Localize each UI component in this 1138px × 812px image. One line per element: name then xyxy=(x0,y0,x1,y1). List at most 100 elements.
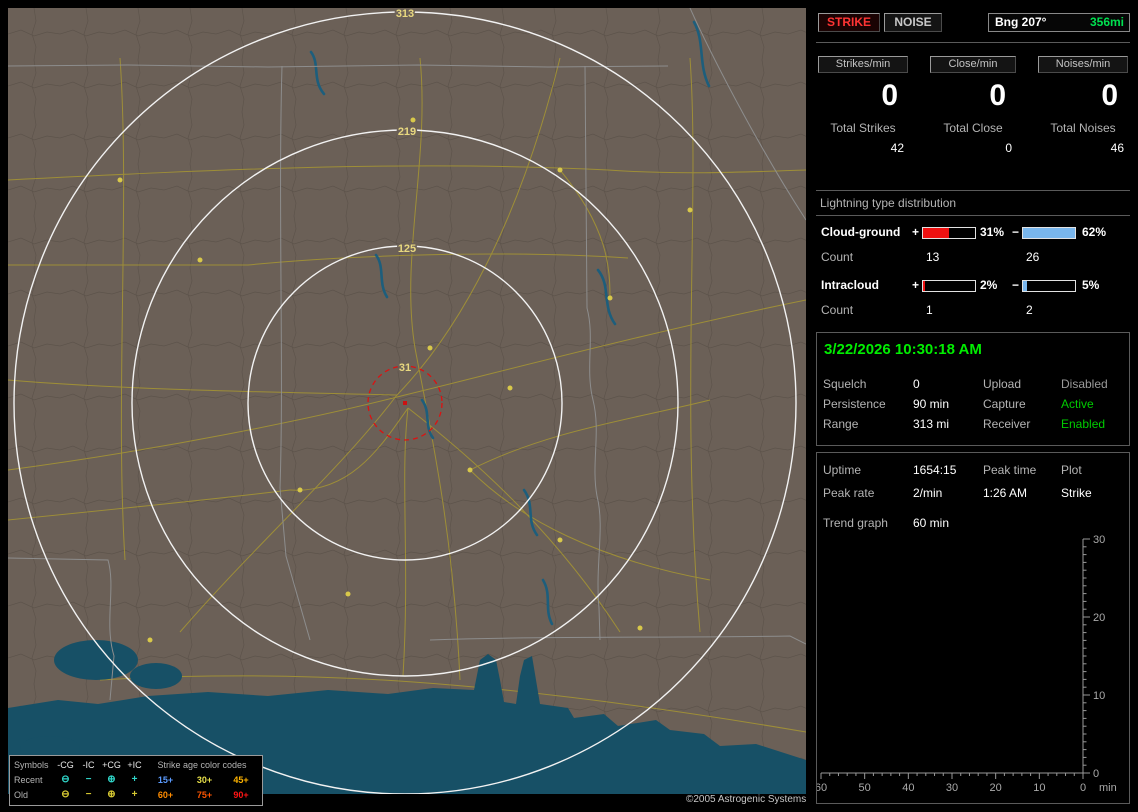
age-code-75: 75+ xyxy=(196,789,213,800)
cg-negative-bar xyxy=(1022,227,1076,239)
age-code-15: 15+ xyxy=(157,774,174,785)
map-legend: Symbols -CG -IC +CG +IC Strike age color… xyxy=(9,755,263,806)
legend-type-pos-cg: +CG xyxy=(102,759,121,770)
cg-negative-count: 26 xyxy=(1026,250,1040,264)
total-noises-label: Total Noises xyxy=(1050,121,1116,135)
side-panel: STRIKE NOISE Bng 207° 356mi Strikes/min … xyxy=(816,8,1130,806)
minus-sign: − xyxy=(1012,278,1020,292)
ic-negative-count: 2 xyxy=(1026,303,1033,317)
count-label: Count xyxy=(821,250,854,264)
age-code-60: 60+ xyxy=(157,789,174,800)
trend-graph: 302010060 50 40 30 20 10 0 min xyxy=(817,535,1117,794)
copyright-text: ©2005 Astrogenic Systems xyxy=(686,794,807,805)
cg-positive-count: 13 xyxy=(926,250,940,264)
peak-rate-label: Peak rate xyxy=(823,486,875,500)
cloud-ground-count-row: Count 13 26 xyxy=(816,250,1130,266)
receiver-location-marker xyxy=(403,401,407,405)
divider xyxy=(816,215,1130,216)
ic-positive-pct: 2% xyxy=(980,278,998,292)
neg-cg-old-icon: ⊖ xyxy=(61,789,70,800)
age-code-90: 90+ xyxy=(233,789,249,800)
svg-text:60: 60 xyxy=(817,782,827,794)
cloud-ground-label: Cloud-ground xyxy=(821,225,901,239)
plus-sign: + xyxy=(912,278,920,292)
cg-positive-pct: 31% xyxy=(980,225,1005,239)
squelch-value: 0 xyxy=(913,377,920,391)
legend-type-neg-ic: -IC xyxy=(82,759,95,770)
svg-text:30: 30 xyxy=(946,782,958,794)
minus-sign: − xyxy=(1012,225,1020,239)
trend-window-value[interactable]: 60 min xyxy=(913,516,949,530)
svg-text:10: 10 xyxy=(1093,690,1105,702)
total-close-label: Total Close xyxy=(943,121,1003,135)
peak-time-value: 1:26 AM xyxy=(983,486,1028,500)
capture-label: Capture xyxy=(983,397,1026,411)
neg-cg-recent-icon: ⊖ xyxy=(61,774,70,785)
strikes-per-min-value: 0 xyxy=(881,79,898,112)
legend-type-pos-ic: +IC xyxy=(127,759,142,770)
svg-text:0: 0 xyxy=(1093,768,1099,780)
app-window: 313 219 125 31 Symbols -CG -IC +CG +IC S… xyxy=(0,0,1138,812)
close-per-min-button[interactable]: Close/min xyxy=(930,56,1016,73)
uptime-value: 1654:15 xyxy=(913,463,957,477)
persistence-value: 90 min xyxy=(913,397,950,411)
uptime-label: Uptime xyxy=(823,463,862,477)
age-code-30: 30+ xyxy=(196,774,213,785)
trend-graph-label: Trend graph xyxy=(823,516,888,530)
squelch-label: Squelch xyxy=(823,377,867,391)
range-label: Range xyxy=(823,417,859,431)
receiver-label: Receiver xyxy=(983,417,1031,431)
legend-age-header: Strike age color codes xyxy=(157,759,247,770)
strikes-counter-column: Strikes/min 0 Total Strikes 42 xyxy=(818,56,908,155)
range-value: 313 mi xyxy=(913,417,950,431)
bearing-readout[interactable]: Bng 207° 356mi xyxy=(988,13,1130,32)
pos-cg-old-icon: ⊕ xyxy=(107,789,116,800)
strike-toggle-button[interactable]: STRIKE xyxy=(818,13,880,32)
peak-time-label: Peak time xyxy=(983,463,1037,477)
count-label: Count xyxy=(821,303,854,317)
plot-mode-value[interactable]: Strike xyxy=(1061,486,1092,500)
cg-positive-bar xyxy=(922,227,976,239)
receiver-status: Enabled xyxy=(1061,417,1106,431)
ic-positive-count: 1 xyxy=(926,303,933,317)
total-close-value: 0 xyxy=(1005,141,1012,155)
ring-label-219: 219 xyxy=(398,126,416,138)
ic-negative-bar xyxy=(1022,280,1076,292)
pos-ic-recent-icon: + xyxy=(131,774,138,785)
distribution-title: Lightning type distribution xyxy=(820,196,957,210)
legend-type-neg-cg: -CG xyxy=(57,759,74,770)
ic-positive-bar xyxy=(922,280,976,292)
total-strikes-label: Total Strikes xyxy=(830,121,896,135)
ring-label-125: 125 xyxy=(398,243,416,255)
ring-label-313: 313 xyxy=(396,8,414,20)
pos-cg-recent-icon: ⊕ xyxy=(107,774,116,785)
ring-label-31: 31 xyxy=(399,362,411,374)
neg-ic-old-icon: − xyxy=(85,789,92,800)
svg-text:50: 50 xyxy=(859,782,871,794)
intracloud-row: Intracloud + 2% − 5% xyxy=(816,278,1130,294)
datetime-display: 3/22/2026 10:30:18 AM xyxy=(824,341,982,358)
plot-label: Plot xyxy=(1061,463,1082,477)
total-noises-value: 46 xyxy=(1110,141,1124,155)
svg-text:20: 20 xyxy=(990,782,1002,794)
svg-text:40: 40 xyxy=(902,782,914,794)
lightning-map[interactable]: 313 219 125 31 xyxy=(8,8,806,794)
cg-negative-pct: 62% xyxy=(1082,225,1107,239)
close-per-min-value: 0 xyxy=(989,79,1006,112)
noises-counter-column: Noises/min 0 Total Noises 46 xyxy=(1038,56,1128,155)
svg-text:10: 10 xyxy=(1033,782,1045,794)
svg-text:min: min xyxy=(1099,782,1117,794)
noises-per-min-button[interactable]: Noises/min xyxy=(1038,56,1128,73)
strikes-per-min-button[interactable]: Strikes/min xyxy=(818,56,908,73)
svg-text:20: 20 xyxy=(1093,612,1105,624)
status-box: Uptime 1654:15 Peak time Plot Peak rate … xyxy=(816,452,1130,804)
plus-sign: + xyxy=(912,225,920,239)
close-counter-column: Close/min 0 Total Close 0 xyxy=(930,56,1016,155)
upload-label: Upload xyxy=(983,377,1022,391)
bearing-distance: 356mi xyxy=(1089,15,1124,29)
settings-box: 3/22/2026 10:30:18 AM Squelch 0 Upload D… xyxy=(816,332,1130,446)
bearing-label: Bng 207° xyxy=(995,15,1047,29)
age-code-45: 45+ xyxy=(233,774,249,785)
legend-recent-label: Recent xyxy=(14,774,43,785)
noise-toggle-button[interactable]: NOISE xyxy=(884,13,942,32)
